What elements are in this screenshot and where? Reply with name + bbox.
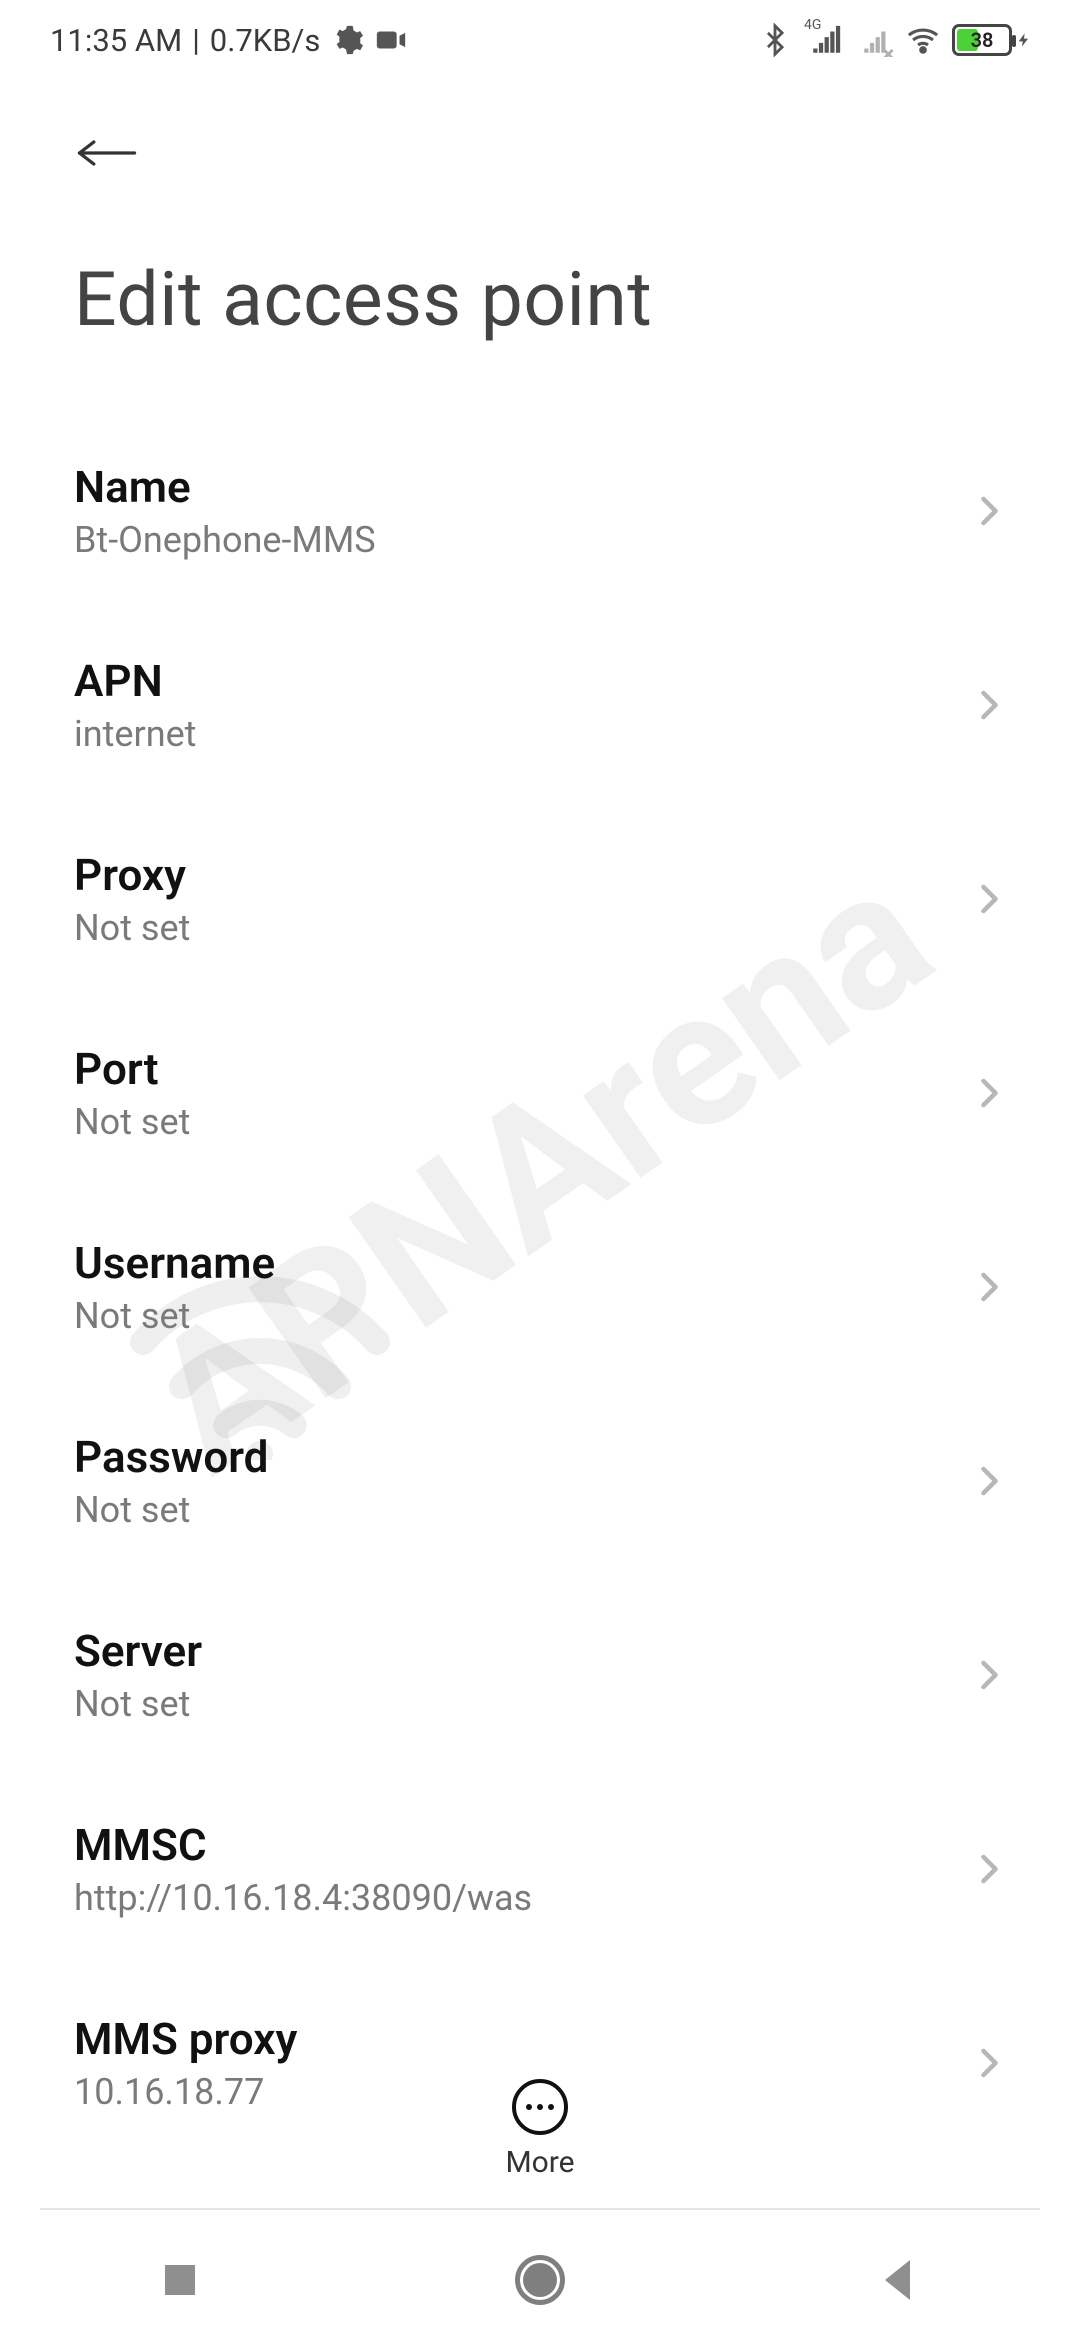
video-icon — [374, 23, 408, 57]
more-icon — [512, 2079, 568, 2135]
row-title: Name — [74, 461, 376, 513]
status-time: 11:35 AM — [50, 22, 182, 59]
bottom-divider — [40, 2208, 1040, 2210]
row-apn[interactable]: APN internet — [0, 608, 1080, 802]
row-sub: Not set — [74, 1101, 190, 1143]
chevron-right-icon — [970, 1463, 1006, 1499]
status-left: 11:35 AM | 0.7KB/s — [50, 22, 408, 59]
row-title: Username — [74, 1237, 275, 1289]
wifi-icon — [906, 23, 940, 57]
row-password[interactable]: Password Not set — [0, 1384, 1080, 1578]
row-sub: Bt-Onephone-MMS — [74, 519, 376, 561]
status-bar: 11:35 AM | 0.7KB/s 4G 38 — [0, 0, 1080, 80]
status-speed: 0.7KB/s — [210, 22, 321, 59]
row-title: Server — [74, 1625, 202, 1677]
row-title: Password — [74, 1431, 268, 1483]
system-nav-bar — [0, 2220, 1080, 2340]
signal-off-icon — [860, 23, 894, 57]
row-title: Proxy — [74, 849, 190, 901]
gear-icon — [330, 23, 364, 57]
chevron-right-icon — [970, 687, 1006, 723]
more-button[interactable]: More — [505, 2079, 574, 2180]
row-username[interactable]: Username Not set — [0, 1190, 1080, 1384]
chevron-right-icon — [970, 493, 1006, 529]
row-title: APN — [74, 655, 196, 707]
row-proxy[interactable]: Proxy Not set — [0, 802, 1080, 996]
row-port[interactable]: Port Not set — [0, 996, 1080, 1190]
nav-recents-button[interactable] — [150, 2250, 210, 2310]
chevron-right-icon — [970, 881, 1006, 917]
row-title: MMS proxy — [74, 2013, 297, 2065]
settings-list: Name Bt-Onephone-MMS APN internet Proxy … — [0, 354, 1080, 2160]
row-sub: Not set — [74, 1489, 268, 1531]
row-sub: Not set — [74, 1683, 202, 1725]
signal-4g-icon: 4G — [804, 23, 848, 57]
bluetooth-icon — [758, 23, 792, 57]
row-title: Port — [74, 1043, 190, 1095]
back-button[interactable] — [74, 120, 140, 186]
page-title: Edit access point — [0, 196, 1080, 354]
chevron-right-icon — [970, 1851, 1006, 1887]
status-sep: | — [192, 22, 200, 59]
row-sub: internet — [74, 713, 196, 755]
chevron-right-icon — [970, 1269, 1006, 1305]
nav-home-button[interactable] — [510, 2250, 570, 2310]
status-right: 4G 38 — [758, 23, 1032, 57]
chevron-right-icon — [970, 2045, 1006, 2081]
battery-indicator: 38 — [952, 23, 1032, 57]
charging-icon — [1016, 23, 1032, 57]
chevron-right-icon — [970, 1075, 1006, 1111]
row-sub: http://10.16.18.4:38090/was — [74, 1877, 532, 1919]
row-server[interactable]: Server Not set — [0, 1578, 1080, 1772]
row-title: MMSC — [74, 1819, 532, 1871]
nav-back-button[interactable] — [870, 2250, 930, 2310]
row-sub: Not set — [74, 907, 190, 949]
row-mmsc[interactable]: MMSC http://10.16.18.4:38090/was — [0, 1772, 1080, 1966]
more-label: More — [505, 2145, 574, 2180]
chevron-right-icon — [970, 1657, 1006, 1693]
row-sub: Not set — [74, 1295, 275, 1337]
row-name[interactable]: Name Bt-Onephone-MMS — [0, 414, 1080, 608]
